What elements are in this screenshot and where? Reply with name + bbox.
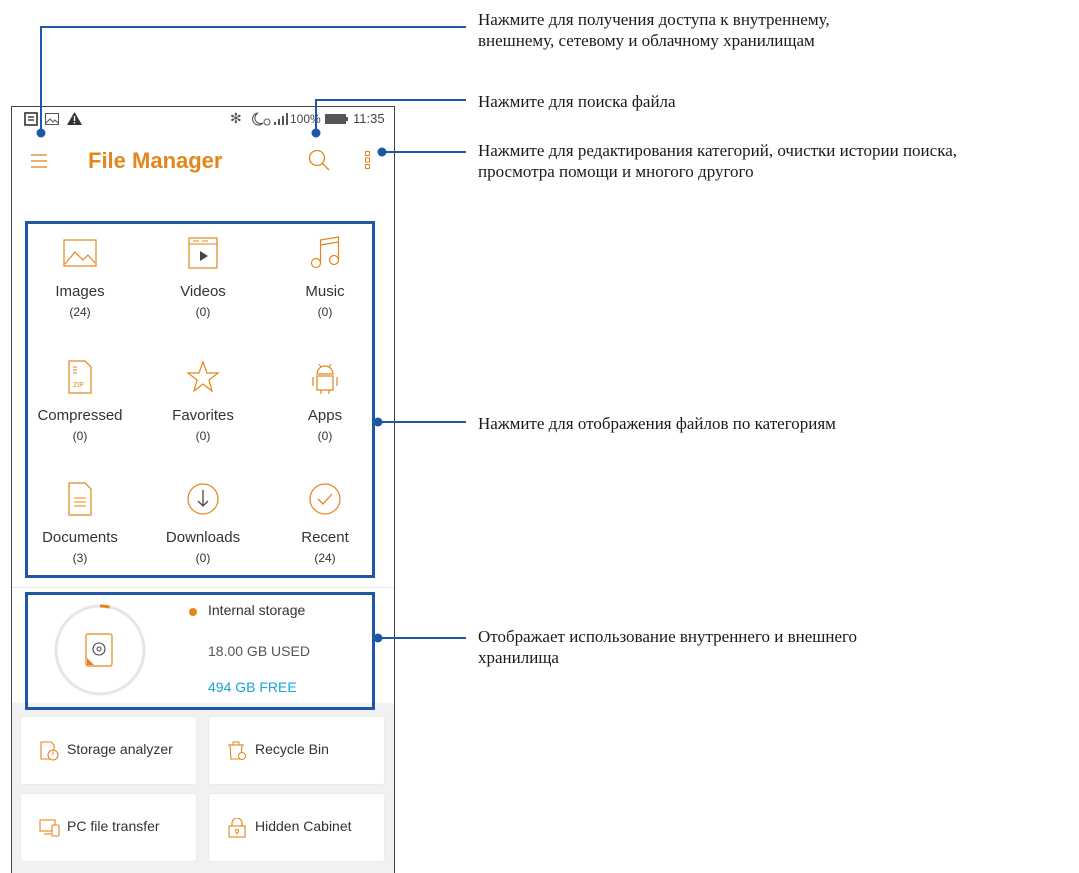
callout-dot xyxy=(311,128,321,138)
callout-dot xyxy=(36,128,46,138)
callout-dot xyxy=(377,147,387,157)
callout-categories: Нажмите для отображения файлов по катего… xyxy=(478,414,836,433)
callout-dot xyxy=(373,417,383,427)
callout-storage-access: Нажмите для получения доступа к внутренн… xyxy=(478,10,830,50)
callout-storage-usage: Отображает использование внутреннего и в… xyxy=(478,627,858,667)
callout-line-search xyxy=(315,99,466,133)
callout-dot xyxy=(373,633,383,643)
callout-lines xyxy=(36,26,466,643)
callout-line-storage-access xyxy=(40,26,466,133)
callout-menu: Нажмите для редактирования категорий, оч… xyxy=(478,141,957,181)
callout-search: Нажмите для поиска файла xyxy=(478,92,676,111)
